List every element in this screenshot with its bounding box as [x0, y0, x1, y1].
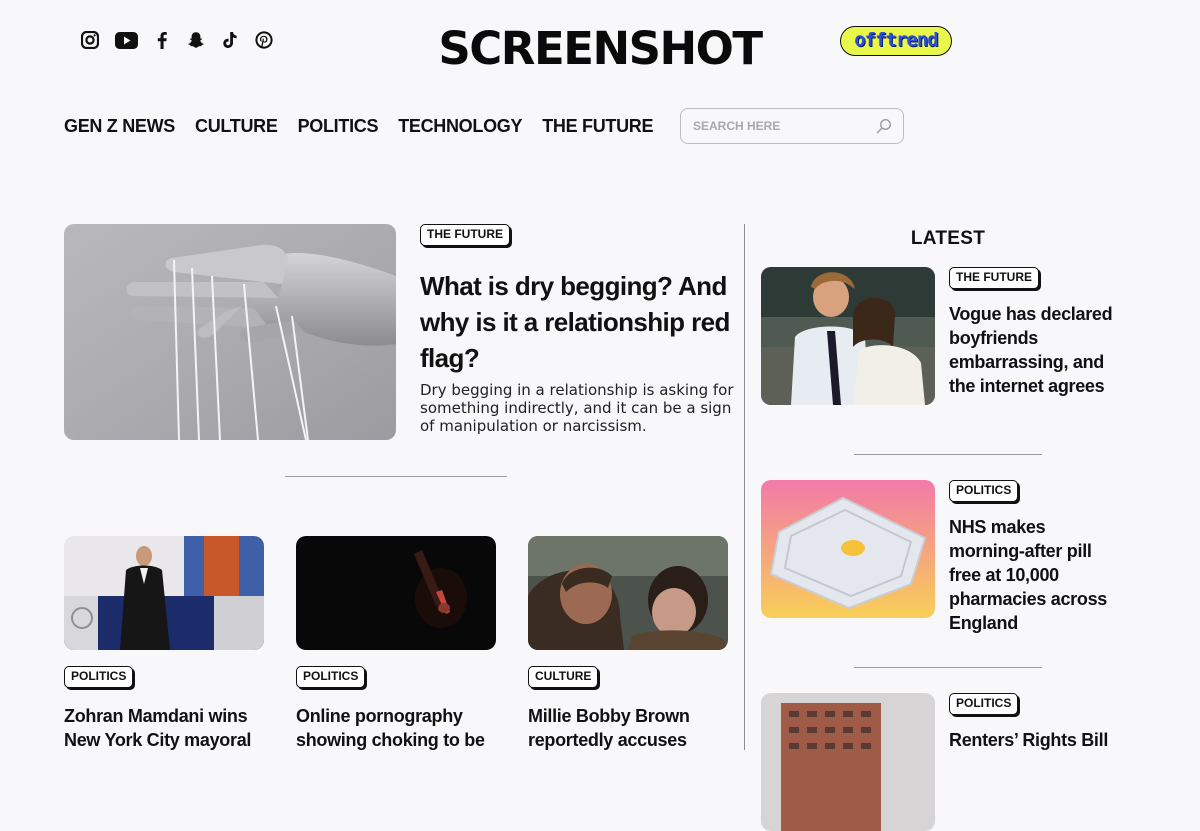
nav-item-technology[interactable]: TECHNOLOGY	[398, 116, 522, 137]
latest-divider	[854, 667, 1042, 668]
card-category-tag[interactable]: CULTURE	[528, 666, 599, 688]
card-title[interactable]: Millie Bobby Brown reportedly accuses	[528, 704, 733, 752]
latest-image-pill[interactable]	[761, 480, 935, 618]
latest-divider	[854, 454, 1042, 455]
youtube-icon[interactable]	[114, 30, 138, 50]
search-box	[680, 108, 904, 144]
latest-title[interactable]: Renters’ Rights Bill	[949, 728, 1119, 752]
column-divider	[744, 224, 745, 750]
card-image-stranger-things[interactable]	[528, 536, 728, 650]
card-title[interactable]: Online pornography showing choking to be	[296, 704, 501, 752]
site-logo[interactable]: SCREENSHOT	[438, 22, 763, 75]
main-nav: GEN Z NEWS CULTURE POLITICS TECHNOLOGY T…	[64, 116, 654, 137]
nav-item-culture[interactable]: CULTURE	[195, 116, 278, 137]
nav-item-politics[interactable]: POLITICS	[298, 116, 379, 137]
featured-description: Dry begging in a relationship is asking …	[420, 381, 734, 435]
latest-title[interactable]: Vogue has declared boyfriends embarrassi…	[949, 302, 1119, 398]
search-icon[interactable]	[875, 117, 893, 135]
pinterest-icon[interactable]	[254, 30, 274, 50]
card-tag-wrap: POLITICS	[64, 666, 134, 688]
latest-category-tag[interactable]: POLITICS	[949, 480, 1019, 502]
latest-category-tag[interactable]: POLITICS	[949, 693, 1019, 715]
featured-image[interactable]	[64, 224, 396, 440]
featured-divider	[285, 476, 507, 477]
latest-tag-wrap: POLITICS	[949, 693, 1019, 715]
social-links	[80, 30, 274, 50]
card-title[interactable]: Zohran Mamdani wins New York City mayora…	[64, 704, 269, 752]
nav-item-the-future[interactable]: THE FUTURE	[542, 116, 653, 137]
latest-image-building[interactable]	[761, 693, 935, 831]
featured-title[interactable]: What is dry begging? And why is it a rel…	[420, 268, 730, 376]
snapchat-icon[interactable]	[186, 30, 206, 50]
offtrend-badge[interactable]: offtrend	[840, 26, 952, 56]
card-image-mamdani[interactable]	[64, 536, 264, 650]
latest-tag-wrap: THE FUTURE	[949, 267, 1039, 289]
latest-image-couple[interactable]	[761, 267, 935, 405]
card-category-tag[interactable]: POLITICS	[64, 666, 134, 688]
nav-item-gen-z-news[interactable]: GEN Z NEWS	[64, 116, 175, 137]
instagram-icon[interactable]	[80, 30, 100, 50]
latest-heading: LATEST	[910, 228, 986, 249]
facebook-icon[interactable]	[152, 30, 172, 50]
card-category-tag[interactable]: POLITICS	[296, 666, 366, 688]
latest-category-tag[interactable]: THE FUTURE	[949, 267, 1039, 289]
card-tag-wrap: POLITICS	[296, 666, 366, 688]
featured-category-tag[interactable]: THE FUTURE	[420, 224, 510, 246]
card-tag-wrap: CULTURE	[528, 666, 599, 688]
featured-tag-wrap: THE FUTURE	[420, 224, 510, 246]
latest-title[interactable]: NHS makes morning-after pill free at 10,…	[949, 515, 1119, 635]
tiktok-icon[interactable]	[220, 30, 240, 50]
search-input[interactable]	[693, 119, 875, 133]
latest-tag-wrap: POLITICS	[949, 480, 1019, 502]
card-image-phone-dark[interactable]	[296, 536, 496, 650]
